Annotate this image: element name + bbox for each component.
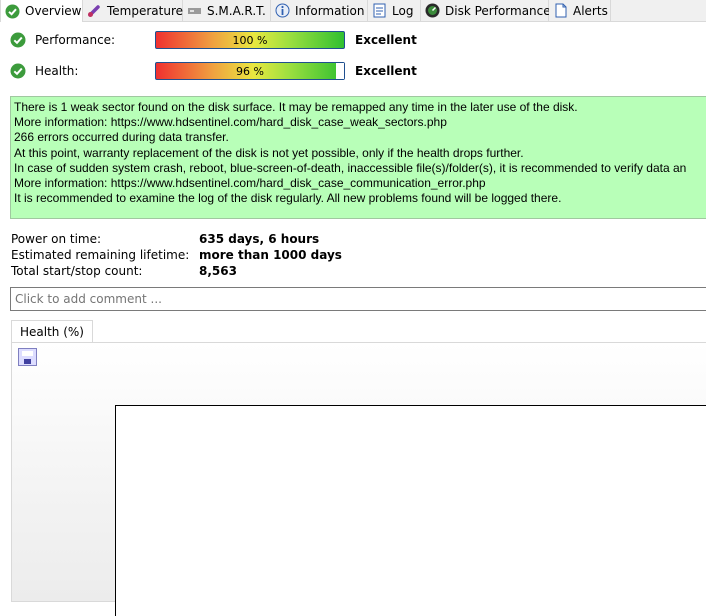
tab-log[interactable]: Log: [368, 0, 421, 21]
thermometer-icon: [87, 3, 102, 18]
message-line: At this point, warranty replacement of t…: [14, 145, 524, 160]
info-label: Power on time:: [11, 232, 102, 246]
tab-label: Alerts: [573, 3, 608, 18]
tab-disk-performance[interactable]: Disk Performance: [421, 0, 551, 21]
performance-value: 100 %: [232, 34, 268, 47]
performance-row: Performance: 100 % Excellent: [10, 31, 430, 51]
log-icon: [372, 3, 387, 18]
performance-label: Performance:: [35, 33, 116, 47]
message-line: More information: https://www.hdsentinel…: [14, 115, 447, 130]
tab-health-chart[interactable]: Health (%): [11, 320, 93, 343]
comment-input[interactable]: [10, 287, 706, 311]
info-value: more than 1000 days: [199, 248, 342, 262]
tab-alerts[interactable]: Alerts: [549, 0, 611, 21]
tab-label: Temperature: [107, 3, 184, 18]
save-icon[interactable]: [18, 348, 37, 366]
tab-overview[interactable]: Overview: [0, 0, 83, 22]
health-value: 96 %: [236, 65, 264, 78]
info-value: 8,563: [199, 264, 237, 278]
health-row: Health: 96 % Excellent: [10, 62, 430, 82]
info-icon: [275, 3, 290, 18]
health-bar: 96 %: [155, 62, 345, 80]
message-line: In case of sudden system crash, reboot, …: [14, 160, 687, 175]
tab-label: S.M.A.R.T.: [207, 3, 266, 18]
check-icon: [10, 63, 26, 82]
health-chart-panel: [11, 342, 706, 616]
tab-information[interactable]: Information: [271, 0, 368, 21]
speedometer-icon: [425, 3, 440, 18]
check-icon: [10, 32, 26, 51]
check-icon: [5, 4, 20, 19]
message-line: More information: https://www.hdsentinel…: [14, 176, 486, 191]
message-line: There is 1 weak sector found on the disk…: [14, 100, 578, 114]
tab-bar: Overview Temperature S.M.A.R.T. Informat…: [0, 0, 706, 22]
info-label: Estimated remaining lifetime:: [11, 248, 190, 262]
chart-tab-label: Health (%): [20, 325, 84, 339]
performance-bar: 100 %: [155, 31, 345, 49]
tab-label: Log: [392, 3, 414, 18]
health-label: Health:: [35, 64, 79, 78]
tab-label: Information: [295, 3, 365, 18]
tab-temperature[interactable]: Temperature: [83, 0, 183, 21]
status-message-box: There is 1 weak sector found on the disk…: [10, 96, 706, 219]
tab-smart[interactable]: S.M.A.R.T.: [183, 0, 271, 21]
tab-label: Disk Performance: [445, 3, 551, 18]
alerts-icon: [553, 3, 568, 18]
health-rating: Excellent: [355, 64, 417, 78]
message-line: 266 errors occurred during data transfer…: [14, 130, 229, 145]
smart-icon: [187, 3, 202, 18]
tab-label: Overview: [25, 4, 82, 18]
performance-rating: Excellent: [355, 33, 417, 47]
info-label: Total start/stop count:: [11, 264, 143, 278]
message-line: It is recommended to examine the log of …: [14, 191, 562, 206]
info-value: 635 days, 6 hours: [199, 232, 320, 246]
chart-plot-area: [115, 405, 706, 616]
